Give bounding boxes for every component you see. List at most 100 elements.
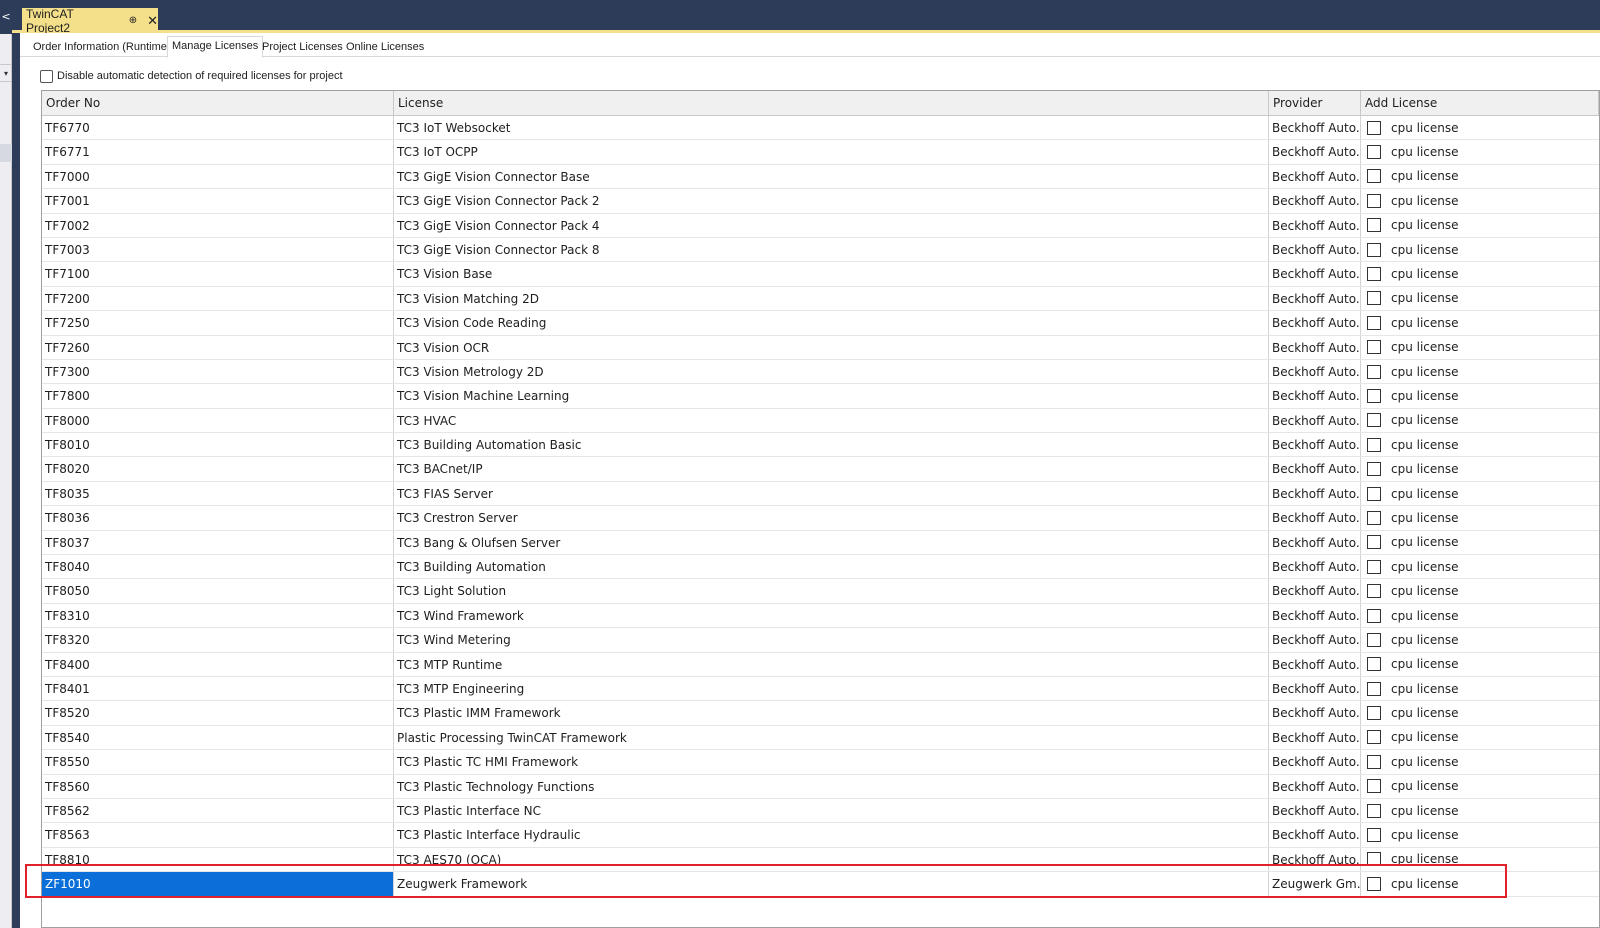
provider-cell[interactable]: Zeugwerk Gm...	[1269, 872, 1361, 896]
order-no-cell[interactable]: TF7100	[42, 262, 394, 286]
provider-cell[interactable]: Beckhoff Auto...	[1269, 555, 1361, 579]
license-cell[interactable]: TC3 Wind Framework	[394, 603, 1269, 628]
license-cell[interactable]: TC3 IoT Websocket	[394, 116, 1269, 140]
license-cell[interactable]: TC3 AES70 (OCA)	[394, 847, 1269, 872]
add-license-checkbox[interactable]	[1367, 559, 1381, 574]
add-license-checkbox[interactable]	[1367, 608, 1381, 623]
license-cell[interactable]: TC3 Vision Machine Learning	[394, 384, 1269, 408]
provider-cell[interactable]: Beckhoff Auto...	[1269, 798, 1361, 823]
column-header-add-license[interactable]: Add License	[1361, 91, 1599, 115]
tab-order-information[interactable]: Order Information (Runtime)	[29, 39, 175, 57]
table-row[interactable]: TF8520 TC3 Plastic IMM Framework Beckhoff …	[42, 701, 1599, 726]
table-row[interactable]: TF6771 TC3 IoT OCPP Beckhoff Auto... cpu li…	[42, 140, 1599, 165]
provider-cell[interactable]: Beckhoff Auto...	[1269, 262, 1361, 286]
provider-cell[interactable]: Beckhoff Auto...	[1269, 481, 1361, 506]
license-cell[interactable]: TC3 IoT OCPP	[394, 140, 1269, 164]
license-cell[interactable]: Plastic Processing TwinCAT Framework	[394, 725, 1269, 750]
column-header-order-no[interactable]: Order No	[42, 91, 394, 115]
provider-cell[interactable]: Beckhoff Auto...	[1269, 164, 1361, 189]
add-license-checkbox[interactable]	[1367, 242, 1381, 257]
order-no-cell[interactable]: TF8562	[42, 798, 394, 823]
table-row[interactable]: TF8020 TC3 BACnet/IP Beckhoff Auto... cpu l…	[42, 457, 1599, 482]
order-no-cell[interactable]: TF7000	[42, 164, 394, 189]
order-no-cell[interactable]: TF8010	[42, 433, 394, 457]
license-cell[interactable]: TC3 Vision Metrology 2D	[394, 359, 1269, 384]
chevron-down-icon[interactable]: ▾	[0, 64, 12, 82]
license-cell[interactable]: TC3 Bang & Olufsen Server	[394, 530, 1269, 555]
license-cell[interactable]: TC3 Plastic Interface Hydraulic	[394, 823, 1269, 847]
add-license-checkbox[interactable]	[1367, 291, 1381, 306]
add-license-checkbox[interactable]	[1367, 706, 1381, 721]
table-row[interactable]: TF7260 TC3 Vision OCR Beckhoff Auto... cpu …	[42, 335, 1599, 360]
license-cell[interactable]: TC3 GigE Vision Connector Base	[394, 164, 1269, 189]
provider-cell[interactable]: Beckhoff Auto...	[1269, 750, 1361, 774]
add-license-checkbox[interactable]	[1367, 535, 1381, 550]
license-cell[interactable]: TC3 Vision Code Reading	[394, 311, 1269, 335]
order-no-cell[interactable]: TF7250	[42, 311, 394, 335]
provider-cell[interactable]: Beckhoff Auto...	[1269, 408, 1361, 433]
license-cell[interactable]: TC3 Building Automation	[394, 555, 1269, 579]
provider-cell[interactable]: Beckhoff Auto...	[1269, 603, 1361, 628]
table-row[interactable]: TF8035 TC3 FIAS Server Beckhoff Auto... cpu…	[42, 481, 1599, 507]
license-cell[interactable]: TC3 GigE Vision Connector Pack 8	[394, 237, 1269, 262]
table-row[interactable]: TF8400 TC3 MTP Runtime Beckhoff Auto... cpu…	[42, 652, 1599, 677]
order-no-cell[interactable]: TF8810	[42, 847, 394, 872]
order-no-cell[interactable]: TF6770	[42, 116, 394, 140]
add-license-checkbox[interactable]	[1367, 315, 1381, 330]
provider-cell[interactable]: Beckhoff Auto...	[1269, 652, 1361, 676]
add-license-checkbox[interactable]	[1367, 828, 1381, 843]
license-cell[interactable]: TC3 Plastic Technology Functions	[394, 774, 1269, 798]
tab-manage-licenses[interactable]: Manage Licenses	[167, 36, 264, 58]
license-cell[interactable]: TC3 Plastic TC HMI Framework	[394, 750, 1269, 774]
provider-cell[interactable]: Beckhoff Auto...	[1269, 774, 1361, 798]
add-license-checkbox[interactable]	[1367, 193, 1381, 208]
license-cell[interactable]: TC3 MTP Engineering	[394, 676, 1269, 701]
provider-cell[interactable]: Beckhoff Auto...	[1269, 384, 1361, 408]
column-header-license[interactable]: License	[394, 91, 1269, 115]
table-row[interactable]: TF8310 TC3 Wind Framework Beckhoff Auto...…	[42, 603, 1599, 629]
order-no-cell[interactable]: TF7002	[42, 213, 394, 237]
document-tab[interactable]: TwinCAT Project2 ⊕ ✕	[22, 7, 158, 35]
table-row[interactable]: TF8562 TC3 Plastic Interface NC Beckhoff A…	[42, 798, 1599, 824]
provider-cell[interactable]: Beckhoff Auto...	[1269, 213, 1361, 237]
provider-cell[interactable]: Beckhoff Auto...	[1269, 579, 1361, 603]
order-no-cell[interactable]: TF8035	[42, 481, 394, 506]
license-cell[interactable]: TC3 BACnet/IP	[394, 457, 1269, 481]
table-row[interactable]: TF8550 TC3 Plastic TC HMI Framework Beckho…	[42, 750, 1599, 775]
order-no-cell[interactable]: TF8320	[42, 628, 394, 652]
order-no-cell[interactable]: ZF1010	[42, 872, 394, 896]
provider-cell[interactable]: Beckhoff Auto...	[1269, 457, 1361, 481]
order-no-cell[interactable]: TF7200	[42, 286, 394, 311]
add-license-checkbox[interactable]	[1367, 462, 1381, 477]
order-no-cell[interactable]: TF8401	[42, 676, 394, 701]
add-license-checkbox[interactable]	[1367, 267, 1381, 282]
table-row[interactable]: TF8000 TC3 HVAC Beckhoff Auto... cpu licens…	[42, 408, 1599, 434]
table-row[interactable]: TF8010 TC3 Building Automation Basic Beckh…	[42, 433, 1599, 458]
license-cell[interactable]: TC3 Vision Base	[394, 262, 1269, 286]
order-no-cell[interactable]: TF8020	[42, 457, 394, 481]
provider-cell[interactable]: Beckhoff Auto...	[1269, 847, 1361, 872]
add-license-checkbox[interactable]	[1367, 803, 1381, 818]
license-cell[interactable]: TC3 Plastic IMM Framework	[394, 701, 1269, 725]
table-row[interactable]: TF7000 TC3 GigE Vision Connector Base Beck…	[42, 164, 1599, 190]
provider-cell[interactable]: Beckhoff Auto...	[1269, 506, 1361, 530]
provider-cell[interactable]: Beckhoff Auto...	[1269, 701, 1361, 725]
provider-cell[interactable]: Beckhoff Auto...	[1269, 286, 1361, 311]
license-cell[interactable]: TC3 Vision OCR	[394, 335, 1269, 359]
table-row[interactable]: TF6770 TC3 IoT Websocket Beckhoff Auto... c…	[42, 116, 1599, 141]
disable-auto-detect-checkbox[interactable]	[40, 69, 53, 83]
license-cell[interactable]: TC3 Wind Metering	[394, 628, 1269, 652]
license-cell[interactable]: TC3 Crestron Server	[394, 506, 1269, 530]
tab-online-licenses[interactable]: Online Licenses	[342, 39, 428, 57]
order-no-cell[interactable]: TF7300	[42, 359, 394, 384]
pin-icon[interactable]: ⊕	[129, 15, 137, 26]
order-no-cell[interactable]: TF8563	[42, 823, 394, 847]
add-license-checkbox[interactable]	[1367, 120, 1381, 135]
column-header-provider[interactable]: Provider	[1269, 91, 1361, 115]
disable-auto-detect-option[interactable]: Disable automatic detection of required …	[40, 68, 343, 84]
order-no-cell[interactable]: TF7001	[42, 189, 394, 213]
table-row[interactable]: TF7200 TC3 Vision Matching 2D Beckhoff Aut…	[42, 286, 1599, 312]
license-cell[interactable]: TC3 Light Solution	[394, 579, 1269, 603]
table-row[interactable]: TF8040 TC3 Building Automation Beckhoff Au…	[42, 555, 1599, 580]
license-cell[interactable]: TC3 Vision Matching 2D	[394, 286, 1269, 311]
